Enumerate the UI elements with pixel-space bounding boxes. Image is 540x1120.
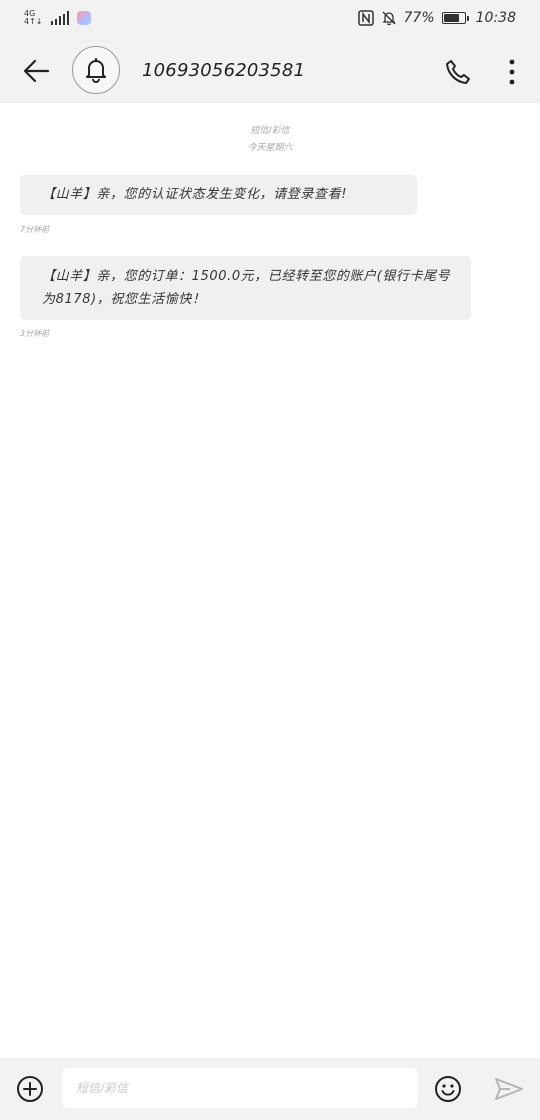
contact-number: 10693056203581	[142, 60, 306, 81]
bell-off-icon	[381, 11, 396, 26]
more-options-button[interactable]	[498, 56, 526, 88]
battery-percent: 77%	[403, 10, 435, 26]
status-right: 77% 10:38	[357, 10, 516, 26]
message-time: 7分钟前	[20, 225, 50, 234]
message-text: 【山羊】亲，您的订单：1500.0元，已经转至您的账户(银行卡尾号为8178)，…	[42, 269, 451, 307]
conversation-header: 10693056203581	[0, 40, 540, 103]
contact-avatar[interactable]	[72, 46, 120, 94]
message-text: 【山羊】亲，您的认证状态发生变化，请登录查看!	[42, 187, 348, 202]
thread-label: 短信/彩信	[250, 126, 290, 136]
emoji-icon	[435, 1076, 461, 1102]
status-bar: 4G 4↑↓ 77% 10:38	[0, 0, 540, 40]
message-list[interactable]: 短信/彩信 今天星期六 【山羊】亲，您的认证状态发生变化，请登录查看! 7分钟前…	[0, 103, 540, 1058]
signal-icon	[50, 11, 69, 25]
back-button[interactable]	[20, 56, 52, 86]
send-button[interactable]	[494, 1075, 524, 1103]
emoji-button[interactable]	[434, 1075, 462, 1103]
message-bubble[interactable]: 【山羊】亲，您的订单：1500.0元，已经转至您的账户(银行卡尾号为8178)，…	[20, 256, 471, 320]
add-attachment-button[interactable]	[16, 1075, 44, 1103]
sms-conversation-screen: 4G 4↑↓ 77% 10:38 10693056203581 短信/彩信 今天…	[0, 0, 540, 1120]
send-icon	[495, 1078, 523, 1100]
battery-fill	[443, 14, 459, 22]
message-input[interactable]	[62, 1068, 418, 1108]
back-arrow-icon	[23, 59, 50, 83]
network-sub: 4↑↓	[24, 17, 43, 26]
battery-icon	[441, 12, 469, 24]
call-button[interactable]	[442, 56, 474, 88]
add-circle-icon	[17, 1076, 43, 1102]
message-bubble[interactable]: 【山羊】亲，您的认证状态发生变化，请登录查看!	[20, 175, 417, 215]
nfc-icon	[357, 10, 374, 26]
bell-icon	[86, 58, 106, 83]
thread-info: 短信/彩信 今天星期六	[0, 123, 540, 157]
more-vertical-icon	[509, 59, 515, 85]
status-left: 4G 4↑↓	[24, 10, 91, 26]
phone-icon	[446, 60, 470, 84]
network-indicator: 4G 4↑↓	[24, 10, 43, 26]
message-time: 3分钟前	[20, 329, 50, 338]
compose-bar	[0, 1058, 540, 1120]
thread-date: 今天星期六	[247, 143, 293, 153]
app-notification-icon	[76, 11, 91, 25]
clock: 10:38	[475, 10, 516, 26]
